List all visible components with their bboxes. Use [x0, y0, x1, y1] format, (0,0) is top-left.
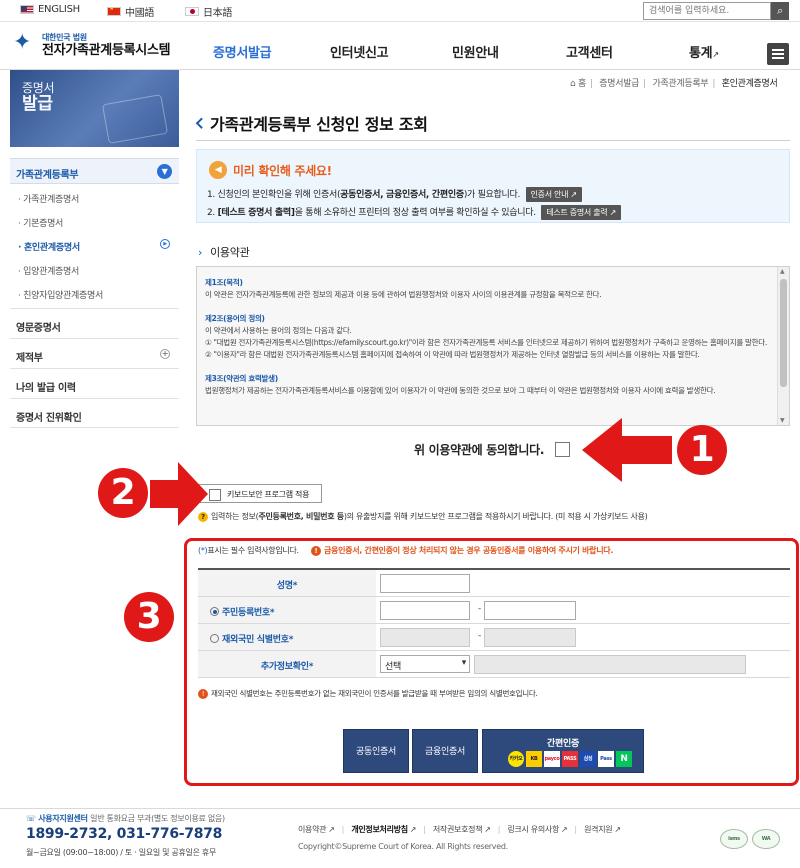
nav-customer-center[interactable]: 고객센터	[566, 42, 613, 61]
phone-icon: ☏	[26, 814, 36, 823]
lang-japanese[interactable]: 日本語	[185, 4, 232, 19]
callout-number-3: 3	[124, 592, 174, 642]
external-link-icon: ↗	[561, 825, 568, 834]
top-utility-bar: ENGLISH 中國語 日本語 ⌕	[0, 0, 800, 22]
nav-online-report[interactable]: 인터넷신고	[330, 42, 389, 61]
footer-link-remote-support[interactable]: 원격지원	[584, 825, 613, 834]
external-link-icon: ↗	[609, 208, 617, 217]
search-input[interactable]	[643, 2, 771, 20]
external-link-icon: ↗	[712, 50, 719, 59]
footer-link-link-policy[interactable]: 링크시 유의사항	[507, 825, 559, 834]
test-cert-print-button[interactable]: 테스트 증명서 출력 ↗	[541, 205, 621, 220]
breadcrumb: ⌂ 홈 | 증명서발급 | 가족관계등록부 | 혼인관계증명서	[570, 79, 778, 89]
sidebar-section-family-register[interactable]: 가족관계등록부 ▼	[10, 158, 179, 184]
breadcrumb-current: 혼인관계증명서	[721, 79, 778, 89]
site-header: 대한민국 법원 전자가족관계등록시스템 증명서발급 인터넷신고 민원안내 고객센…	[0, 22, 800, 70]
breadcrumb-home[interactable]: 홈	[578, 79, 586, 89]
support-center-title: ☏ 사용자지원센터 일반 통화요금 부과(별도 정보이용료 없음)	[26, 814, 225, 823]
terms-scrollbar[interactable]: ▲ ▼	[777, 267, 789, 425]
chevron-down-icon: ▼	[157, 164, 172, 179]
external-link-icon: ↗	[570, 190, 577, 199]
agree-checkbox[interactable]	[555, 442, 570, 457]
lang-english[interactable]: ENGLISH	[20, 4, 80, 15]
keyboard-security-note: ? 입력하는 정보(주민등록번호, 비밀번호 등)의 유출방지를 위해 키보드보안…	[198, 511, 648, 522]
support-phone: 1899-2732, 031-776-7878	[26, 826, 223, 842]
logo-title: 전자가족관계등록시스템	[42, 42, 171, 58]
breadcrumb-family-register[interactable]: 가족관계등록부	[652, 79, 708, 89]
sidebar-menu: 가족관계등록부 ▼ · 가족관계증명서 · 기본증명서 · 혼인관계증명서 ▶ ·…	[10, 158, 179, 428]
footer-link-copyright[interactable]: 저작권보호정책	[433, 825, 483, 834]
terms-content: 제1조(목적) 이 약관은 전자가족관계등록에 관한 정보의 제공과 이용 등에…	[205, 278, 767, 395]
keyboard-security-toggle[interactable]: 키보드보안 프로그램 적용	[198, 484, 322, 503]
cert-guide-button[interactable]: 인증서 안내 ↗	[525, 187, 582, 202]
terms-scroll-box[interactable]: 제1조(목적) 이 약관은 전자가족관계등록에 관한 정보의 제공과 이용 등에…	[196, 266, 790, 426]
external-link-icon: ↗	[409, 825, 417, 834]
page-title: 가족관계등록부 신청인 정보 조회	[196, 111, 428, 135]
isms-badge-icon: isms	[720, 829, 748, 849]
external-link-icon: ↗	[614, 825, 621, 834]
nav-certificate[interactable]: 증명서발급	[213, 42, 272, 61]
notice-line-1: 1. 신청인의 본인확인을 위해 인증서(공동인증서, 금융인증서, 간편인증)…	[207, 187, 582, 202]
nav-statistics[interactable]: 통계↗	[689, 42, 719, 61]
cn-flag-icon	[107, 7, 121, 16]
footer-links: 이용약관 ↗ | 개인정보처리방침 ↗ | 저작권보호정책 ↗ | 링크시 유의사항 ↗ | 원…	[298, 825, 621, 834]
site-logo[interactable]: 대한민국 법원 전자가족관계등록시스템	[10, 30, 171, 58]
sidebar-banner: 증명서 발급	[10, 70, 179, 147]
sidebar-item-verify-cert[interactable]: 증명서 진위확인	[10, 398, 179, 428]
us-flag-icon	[20, 5, 34, 14]
callout-frame-3	[184, 538, 799, 786]
support-hours: 월~금요일 (09:00~18:00) / 토 · 일요일 및 공휴일은 휴무	[26, 848, 217, 857]
external-link-icon: ↗	[484, 825, 491, 834]
sidebar-item-full-adoption-cert[interactable]: · 친양자입양관계증명서	[10, 280, 179, 304]
nav-civil-guide[interactable]: 민원안내	[452, 42, 499, 61]
title-divider	[196, 140, 790, 141]
search-button[interactable]: ⌕	[771, 2, 789, 20]
footer-link-privacy[interactable]: 개인정보처리방침	[351, 825, 408, 834]
copyright-text: Copyright©Supreme Court of Korea. All Ri…	[298, 842, 508, 851]
megaphone-icon: ◀	[209, 161, 227, 179]
callout-arrow-2	[150, 462, 208, 526]
sidebar-item-my-history[interactable]: 나의 발급 이력	[10, 368, 179, 398]
scroll-down-icon: ▼	[780, 417, 785, 424]
callout-number-1: 1	[677, 425, 727, 475]
web-accessibility-badge-icon: WA	[752, 829, 780, 849]
callout-arrow-1	[582, 418, 672, 482]
lang-chinese[interactable]: 中國語	[107, 4, 154, 19]
agree-label: 위 이용약관에 동의합니다.	[414, 443, 545, 457]
footer-link-terms[interactable]: 이용약관	[298, 825, 327, 834]
plus-circle-icon: +	[160, 349, 170, 359]
sidebar-item-marriage-cert[interactable]: · 혼인관계증명서 ▶	[10, 232, 179, 256]
sidebar-item-family-cert[interactable]: · 가족관계증명서	[10, 184, 179, 208]
breadcrumb-certificate[interactable]: 증명서발급	[599, 79, 639, 89]
site-footer: ☏ 사용자지원센터 일반 통화요금 부과(별도 정보이용료 없음) 1899-2…	[0, 808, 800, 868]
scroll-up-icon: ▲	[780, 268, 785, 275]
external-link-icon: ↗	[328, 825, 335, 834]
hamburger-menu-button[interactable]	[767, 43, 789, 65]
home-icon: ⌂	[570, 79, 576, 89]
scroll-thumb[interactable]	[780, 279, 787, 387]
sidebar-item-english-cert[interactable]: 영문증명서	[10, 308, 179, 338]
play-circle-icon: ▶	[160, 239, 170, 249]
sidebar-item-adoption-cert[interactable]: · 입양관계증명서	[10, 256, 179, 280]
logo-subtitle: 대한민국 법원	[42, 32, 87, 42]
sidebar-item-basic-cert[interactable]: · 기본증명서	[10, 208, 179, 232]
court-emblem-icon	[10, 30, 38, 58]
notice-box: ◀ 미리 확인해 주세요! 1. 신청인의 본인확인을 위해 인증서(공동인증서…	[196, 149, 790, 223]
notice-line-2: 2. [테스트 증명서 출력]을 통해 소유하신 프린터의 정상 출력 여부를 …	[207, 205, 621, 220]
jp-flag-icon	[185, 7, 199, 16]
notice-title: 미리 확인해 주세요!	[233, 164, 332, 178]
callout-number-2: 2	[98, 468, 148, 518]
terms-heading: 이용약관	[198, 244, 250, 260]
sidebar-item-removed-register[interactable]: 제적부 +	[10, 338, 179, 368]
search-icon: ⌕	[777, 4, 783, 17]
banner-decoration	[101, 94, 169, 144]
